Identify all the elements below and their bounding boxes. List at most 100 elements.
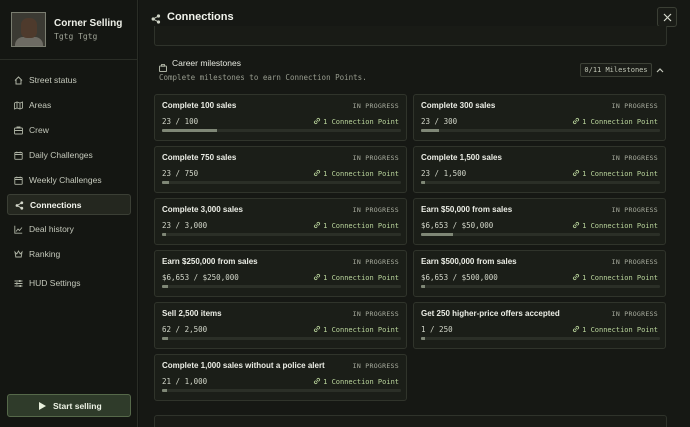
milestone-card: Complete 300 sales IN PROGRESS 23 / 300 1 C… <box>413 94 666 141</box>
milestone-status: IN PROGRESS <box>611 310 658 318</box>
milestone-progress-fill <box>162 129 217 132</box>
milestone-progress: 23 / 1,500 <box>421 169 467 178</box>
sidebar-item-areas[interactable]: Areas <box>7 95 131 116</box>
link-icon <box>573 221 580 229</box>
milestone-progress-bar <box>162 129 401 132</box>
milestone-progress: $6,653 / $250,000 <box>162 273 239 282</box>
milestone-reward: 1 Connection Point <box>572 325 658 334</box>
milestone-title: Complete 1,000 sales without a police al… <box>162 361 325 370</box>
milestone-progress-bar <box>421 337 660 340</box>
ranking-icon <box>14 250 23 259</box>
main-panel: Connections Career milestones Complete m… <box>139 0 690 427</box>
milestone-reward: 1 Connection Point <box>572 221 658 230</box>
milestone-progress: 23 / 3,000 <box>162 221 208 230</box>
milestone-progress-fill <box>162 285 169 288</box>
milestone-title: Earn $50,000 from sales <box>421 205 513 214</box>
previous-section-panel <box>154 26 667 46</box>
milestone-card: Sell 2,500 items IN PROGRESS 62 / 2,500 1 C… <box>154 302 407 349</box>
sidebar-item-label: Street status <box>29 75 77 85</box>
milestone-progress-bar <box>421 233 660 236</box>
milestone-reward-label: 1 Connection Point <box>323 222 399 230</box>
milestone-progress-bar <box>162 181 401 184</box>
milestone-status: IN PROGRESS <box>611 102 658 110</box>
milestone-reward-label: 1 Connection Point <box>582 170 658 178</box>
milestone-progress: 21 / 1,000 <box>162 377 208 386</box>
milestone-reward-label: 1 Connection Point <box>323 274 399 282</box>
share-icon <box>15 201 24 210</box>
profile-header: Corner Selling Tgtg Tgtg <box>0 0 138 60</box>
sidebar-item-label: Daily Challenges <box>29 150 93 160</box>
sidebar-item-connections[interactable]: Connections <box>7 194 131 215</box>
link-icon <box>314 377 321 385</box>
chevron-up-icon <box>656 68 664 73</box>
milestone-status: IN PROGRESS <box>352 102 399 110</box>
profile-subtitle: Tgtg Tgtg <box>54 32 98 41</box>
milestone-card: Earn $50,000 from sales IN PROGRESS $6,653… <box>413 198 666 245</box>
link-icon <box>573 273 580 281</box>
milestone-progress: $6,653 / $500,000 <box>421 273 498 282</box>
start-selling-label: Start selling <box>53 401 102 411</box>
home-icon <box>14 76 23 85</box>
milestone-progress-fill <box>162 233 166 236</box>
sidebar-item-ranking[interactable]: Ranking <box>7 244 131 265</box>
link-icon <box>573 169 580 177</box>
milestone-progress-fill <box>421 129 440 132</box>
sidebar-item-label: Areas <box>29 100 52 110</box>
milestones-count-badge: 0/11 Milestones <box>580 63 652 77</box>
sidebar-item-label: Crew <box>29 125 49 135</box>
profile-name: Corner Selling <box>54 18 123 29</box>
sidebar-item-crew[interactable]: Crew <box>7 120 131 141</box>
sidebar-item-label: Connections <box>30 200 82 210</box>
sidebar-item-hud-settings[interactable]: HUD Settings <box>7 273 131 294</box>
sidebar-item-label: Deal history <box>29 224 74 234</box>
play-icon <box>39 402 46 410</box>
milestone-progress: 23 / 100 <box>162 117 199 126</box>
milestone-title: Earn $250,000 from sales <box>162 257 258 266</box>
milestone-progress: 23 / 750 <box>162 169 199 178</box>
milestone-reward: 1 Connection Point <box>313 377 399 386</box>
briefcase-icon <box>159 59 167 72</box>
milestone-reward: 1 Connection Point <box>313 273 399 282</box>
milestone-progress-bar <box>162 389 401 392</box>
sidebar-item-weekly-challenges[interactable]: Weekly Challenges <box>7 170 131 191</box>
milestone-reward-label: 1 Connection Point <box>323 326 399 334</box>
chart-icon <box>14 225 23 234</box>
milestone-status: IN PROGRESS <box>611 154 658 162</box>
milestone-progress-bar <box>162 233 401 236</box>
milestone-status: IN PROGRESS <box>352 310 399 318</box>
milestone-title: Complete 750 sales <box>162 153 237 162</box>
milestone-card: Complete 100 sales IN PROGRESS 23 / 100 1 C… <box>154 94 407 141</box>
milestone-title: Complete 1,500 sales <box>421 153 502 162</box>
sidebar-item-label: HUD Settings <box>29 278 81 288</box>
milestone-title: Complete 300 sales <box>421 101 496 110</box>
next-section-panel <box>154 415 667 427</box>
milestone-progress-bar <box>162 337 401 340</box>
milestone-reward: 1 Connection Point <box>572 273 658 282</box>
milestone-title: Get 250 higher-price offers accepted <box>421 309 560 318</box>
milestone-status: IN PROGRESS <box>611 206 658 214</box>
milestone-card: Earn $500,000 from sales IN PROGRESS $6,65… <box>413 250 666 297</box>
milestone-reward-label: 1 Connection Point <box>582 118 658 126</box>
sidebar-item-deal-history[interactable]: Deal history <box>7 219 131 240</box>
milestone-status: IN PROGRESS <box>352 258 399 266</box>
milestone-progress-bar <box>421 129 660 132</box>
milestone-card: Earn $250,000 from sales IN PROGRESS $6,65… <box>154 250 407 297</box>
milestone-reward-label: 1 Connection Point <box>323 378 399 386</box>
milestone-card: Complete 1,000 sales without a police al… <box>154 354 407 401</box>
milestone-progress-bar <box>162 285 401 288</box>
milestone-status: IN PROGRESS <box>352 362 399 370</box>
milestone-reward: 1 Connection Point <box>313 117 399 126</box>
link-icon <box>314 273 321 281</box>
sidebar-item-daily-challenges[interactable]: Daily Challenges <box>7 145 131 166</box>
map-icon <box>14 101 23 110</box>
start-selling-button[interactable]: Start selling <box>7 394 131 417</box>
sidebar-item-street-status[interactable]: Street status <box>7 70 131 91</box>
collapse-section-button[interactable] <box>652 62 668 78</box>
milestone-title: Sell 2,500 items <box>162 309 222 318</box>
close-button[interactable] <box>657 7 677 27</box>
section-description: Complete milestones to earn Connection P… <box>159 73 367 82</box>
milestone-reward: 1 Connection Point <box>572 169 658 178</box>
milestone-progress-fill <box>421 233 453 236</box>
page-title: Connections <box>167 11 234 23</box>
milestone-progress-bar <box>421 181 660 184</box>
